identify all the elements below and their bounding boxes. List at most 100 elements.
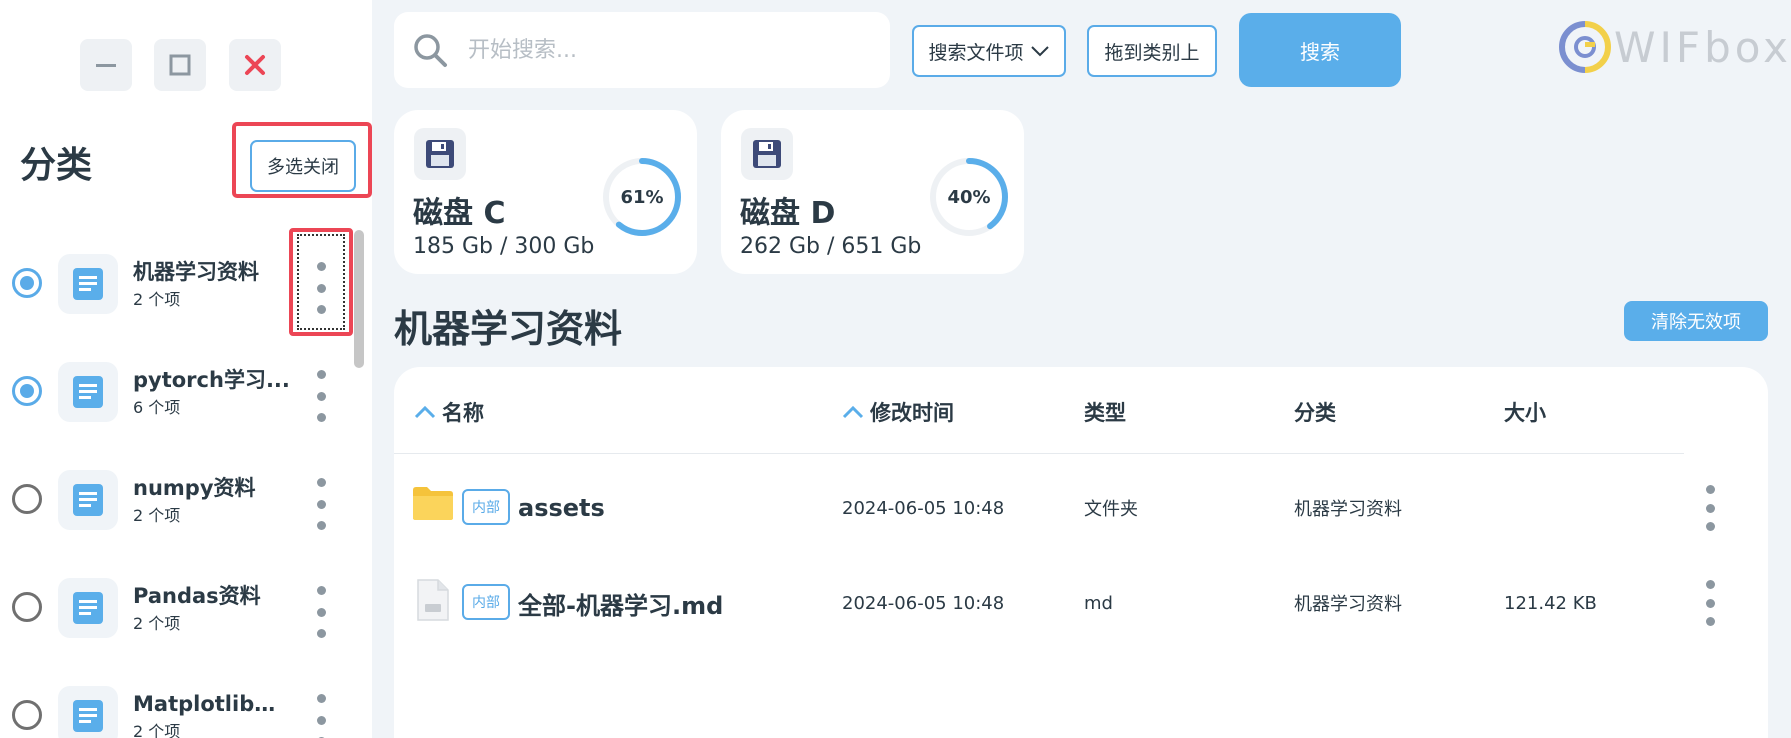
floppy-disk-icon	[741, 128, 793, 180]
document-icon	[58, 578, 118, 638]
category-item[interactable]: pytorch学习... 6 个项	[0, 336, 372, 444]
category-name: Pandas资料	[133, 584, 261, 608]
row-more-button[interactable]	[1700, 485, 1720, 531]
file-size: 121.42 KB	[1504, 592, 1597, 614]
file-category: 机器学习资料	[1294, 499, 1402, 520]
minimize-icon	[96, 64, 116, 67]
document-icon	[58, 362, 118, 422]
more-dot	[1705, 485, 1715, 494]
category-more-button[interactable]	[306, 582, 336, 642]
folder-icon	[413, 487, 453, 520]
more-dot	[1705, 598, 1715, 608]
internal-badge: 内部	[462, 489, 510, 525]
category-item[interactable]: Pandas资料 2 个项	[0, 552, 372, 660]
disk-usage: 262 Gb / 651 Gb	[740, 234, 922, 259]
category-count: 2 个项	[133, 290, 181, 309]
page-title: 机器学习资料	[394, 307, 623, 351]
table-divider	[394, 453, 1684, 454]
internal-badge: 内部	[462, 584, 510, 620]
more-dot	[316, 629, 326, 638]
disk-card[interactable]: 磁盘 D 262 Gb / 651 Gb 40%	[721, 110, 1024, 274]
category-radio[interactable]	[12, 592, 42, 622]
more-dot	[316, 413, 326, 422]
disk-name: 磁盘 C	[413, 196, 506, 231]
md-file-icon	[417, 579, 449, 621]
sidebar-scrollbar[interactable]	[354, 230, 364, 368]
file-table: 名称 修改时间 类型 分类 大小 内部 assets 2024-06-05 10…	[394, 367, 1768, 738]
category-more-button[interactable]	[306, 366, 336, 426]
more-dot	[1705, 522, 1715, 531]
more-dot	[1705, 580, 1715, 589]
category-more-button[interactable]	[306, 474, 336, 534]
close-button[interactable]	[229, 39, 281, 91]
table-row[interactable]: 内部 assets 2024-06-05 10:48 文件夹 机器学习资料	[394, 463, 1768, 553]
close-icon	[245, 55, 265, 75]
category-name: Matplotlib资料	[133, 692, 293, 716]
file-type: 文件夹	[1084, 499, 1138, 520]
maximize-button[interactable]	[154, 39, 206, 91]
category-count: 2 个项	[133, 506, 181, 525]
floppy-disk-icon	[414, 128, 466, 180]
category-more-button[interactable]	[306, 690, 336, 738]
column-header-size[interactable]: 大小	[1504, 397, 1546, 427]
more-dot	[316, 391, 326, 401]
column-header-type[interactable]: 类型	[1084, 397, 1126, 427]
search-input[interactable]	[468, 26, 868, 74]
category-radio[interactable]	[12, 268, 42, 298]
category-count: 2 个项	[133, 614, 181, 633]
table-row[interactable]: 内部 全部-机器学习.md 2024-06-05 10:48 md 机器学习资料…	[394, 558, 1768, 648]
focus-outline	[297, 234, 345, 330]
disk-card[interactable]: 磁盘 C 185 Gb / 300 Gb 61%	[394, 110, 697, 274]
document-icon	[58, 254, 118, 314]
multi-select-toggle-button[interactable]: 多选关闭	[250, 140, 356, 192]
more-dot	[316, 478, 326, 487]
more-dot	[1705, 503, 1715, 513]
clear-invalid-button[interactable]: 清除无效项	[1624, 301, 1768, 341]
drag-to-category-button[interactable]: 拖到类别上	[1087, 25, 1217, 77]
maximize-icon	[169, 54, 191, 76]
disk-usage: 185 Gb / 300 Gb	[413, 234, 595, 259]
category-radio[interactable]	[12, 376, 42, 406]
document-icon	[58, 470, 118, 530]
document-icon	[58, 686, 118, 738]
more-dot	[316, 499, 326, 509]
column-header-name[interactable]: 名称	[414, 397, 484, 427]
file-name[interactable]: assets	[518, 463, 605, 553]
row-more-button[interactable]	[1700, 580, 1720, 626]
category-radio[interactable]	[12, 700, 42, 730]
column-header-modified[interactable]: 修改时间	[842, 397, 954, 427]
logo-text: WIFbox	[1614, 22, 1791, 72]
search-scope-label: 搜索文件项	[928, 41, 1024, 64]
file-name[interactable]: 全部-机器学习.md	[518, 558, 723, 648]
category-item[interactable]: Matplotlib资料 2 个项	[0, 660, 372, 738]
disk-percent: 61%	[620, 186, 664, 208]
search-box	[394, 12, 890, 88]
category-item[interactable]: numpy资料 2 个项	[0, 444, 372, 552]
sidebar-title: 分类	[20, 145, 93, 186]
chevron-up-icon	[414, 405, 436, 419]
chevron-down-icon	[1030, 46, 1049, 57]
file-category: 机器学习资料	[1294, 594, 1402, 615]
search-icon	[414, 34, 447, 67]
search-button[interactable]: 搜索	[1239, 13, 1401, 87]
category-name: numpy资料	[133, 476, 256, 500]
file-modified: 2024-06-05 10:48	[842, 497, 1005, 519]
column-header-category[interactable]: 分类	[1294, 397, 1336, 427]
more-dot	[316, 586, 326, 595]
logo: WIFbox	[1558, 20, 1791, 74]
category-name: 机器学习资料	[133, 260, 259, 284]
more-dot	[316, 521, 326, 530]
file-type: md	[1084, 592, 1113, 614]
more-dot	[316, 715, 326, 725]
more-dot	[1705, 617, 1715, 626]
logo-icon	[1559, 21, 1611, 73]
column-header-label: 名称	[442, 401, 484, 425]
minimize-button[interactable]	[80, 39, 132, 91]
more-dot	[316, 607, 326, 617]
more-dot	[316, 694, 326, 703]
column-header-label: 修改时间	[870, 401, 954, 425]
search-scope-dropdown[interactable]: 搜索文件项	[912, 25, 1066, 77]
category-radio[interactable]	[12, 484, 42, 514]
chevron-up-icon	[842, 405, 864, 419]
category-count: 2 个项	[133, 722, 181, 738]
